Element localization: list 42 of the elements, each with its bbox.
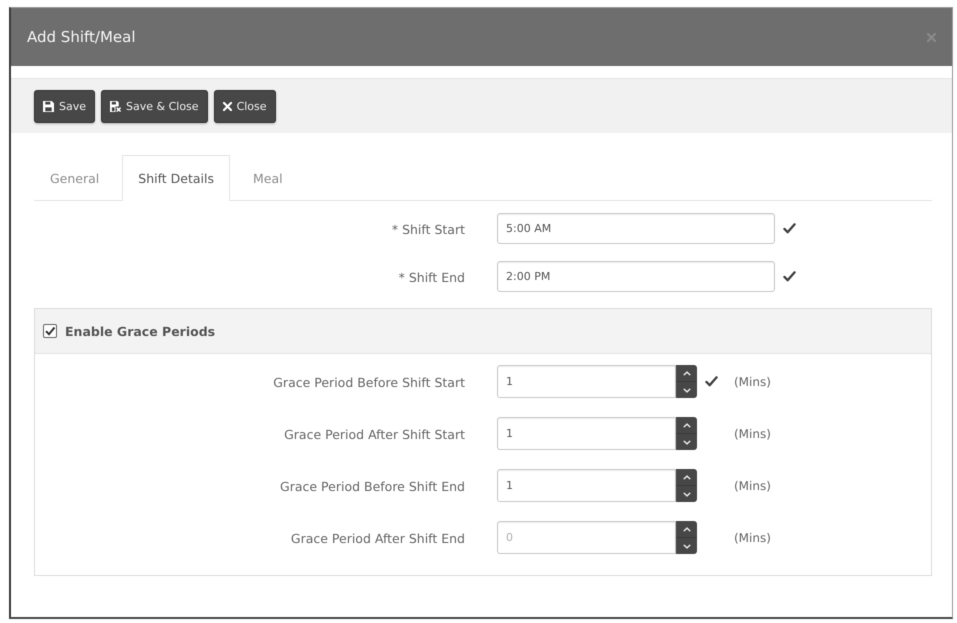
decrement-button[interactable]: [676, 538, 697, 554]
increment-button[interactable]: [676, 417, 697, 434]
unit-label: (Mins): [734, 374, 771, 388]
decrement-button[interactable]: [676, 434, 697, 450]
field-label: * Shift Start: [392, 222, 465, 237]
chevron-up-icon: [682, 526, 690, 532]
checkbox[interactable]: [43, 324, 57, 338]
number-input[interactable]: 1: [497, 469, 676, 502]
close-icon: [222, 102, 232, 110]
chevron-up-icon: [682, 474, 690, 480]
chevron-down-icon: [682, 492, 690, 496]
field-label: * Shift End: [398, 270, 465, 285]
floppy-disk-cross-icon: [110, 100, 122, 112]
field-label: Grace Period Before Shift Start: [273, 375, 465, 390]
close-dialog-button[interactable]: Close: [214, 90, 276, 122]
increment-button[interactable]: [676, 521, 697, 538]
save-button[interactable]: Save: [34, 90, 96, 122]
time-input[interactable]: 5:00 AM: [497, 213, 775, 244]
chevron-down-icon: [682, 544, 690, 548]
field-label: Grace Period Before Shift End: [280, 479, 465, 494]
time-input[interactable]: 2:00 PM: [497, 261, 775, 292]
save-close-button[interactable]: Save & Close: [101, 90, 208, 122]
window-title: Add Shift/Meal: [27, 28, 136, 46]
increment-button[interactable]: [676, 365, 697, 382]
chevron-down-icon: [682, 388, 690, 392]
decrement-button[interactable]: [676, 486, 697, 502]
number-input[interactable]: 1: [497, 365, 676, 398]
number-input[interactable]: 1: [497, 417, 676, 450]
checkbox-label: Enable Grace Periods: [65, 324, 216, 338]
chevron-down-icon: [682, 440, 690, 444]
field-label: Grace Period After Shift Start: [284, 427, 465, 442]
decrement-button[interactable]: [676, 382, 697, 398]
tab[interactable]: Shift Details: [122, 155, 230, 201]
chevron-up-icon: [682, 422, 690, 428]
unit-label: (Mins): [734, 426, 771, 440]
chevron-up-icon: [682, 370, 690, 376]
close-icon: [927, 32, 936, 42]
number-input[interactable]: 0: [497, 521, 676, 554]
unit-label: (Mins): [734, 530, 771, 544]
unit-label: (Mins): [734, 478, 771, 492]
field-label: Grace Period After Shift End: [290, 531, 465, 546]
increment-button[interactable]: [676, 469, 697, 486]
